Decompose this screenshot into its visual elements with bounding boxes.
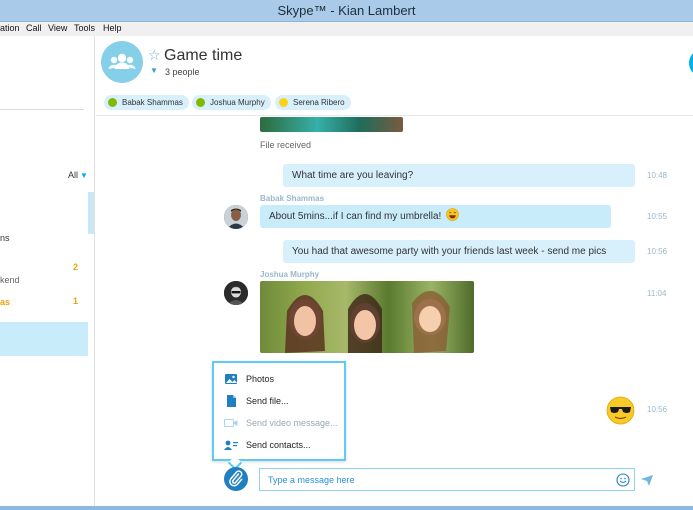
- window-bottom-border: [0, 506, 693, 510]
- contact-status-snippet[interactable]: kend: [0, 275, 20, 285]
- sidebar: All ▼ ns kend 2 as 1: [0, 36, 95, 506]
- participant-chip-babak[interactable]: Babak Shammas: [104, 95, 189, 110]
- shared-photo[interactable]: [260, 281, 474, 353]
- contact-name-snippet[interactable]: as: [0, 297, 10, 307]
- contacts-icon: [224, 440, 238, 450]
- online-status-icon: [108, 98, 117, 107]
- photos-icon: [225, 374, 237, 384]
- participant-name: Joshua Murphy: [210, 98, 265, 107]
- user-photo: [224, 281, 248, 305]
- user-photo: [224, 205, 248, 229]
- paperclip-icon: [229, 470, 243, 487]
- sidebar-scrollbar[interactable]: [88, 192, 94, 234]
- avatar[interactable]: [224, 205, 248, 229]
- received-image[interactable]: [260, 117, 403, 132]
- menu-conversation[interactable]: ation: [0, 23, 20, 33]
- smiley-icon[interactable]: [616, 473, 630, 487]
- menu-item-label: Photos: [246, 374, 275, 384]
- conversation-header: ☆ Game time ▼ 3 people Babak Shammas Jos…: [96, 36, 693, 116]
- message-time: 10:48: [647, 171, 668, 180]
- friends-photo: [285, 290, 450, 353]
- window-title: Skype™ - Kian Lambert: [277, 3, 416, 18]
- participant-name: Babak Shammas: [122, 98, 183, 107]
- message-composer: [259, 468, 635, 491]
- unread-count-badge: 1: [73, 296, 79, 306]
- conversation-title: Game time: [164, 47, 243, 64]
- menu-item-label: Send video message...: [246, 418, 338, 428]
- window-titlebar: Skype™ - Kian Lambert: [0, 0, 693, 22]
- message-input[interactable]: [268, 472, 608, 487]
- chevron-down-icon[interactable]: ▼: [150, 66, 158, 75]
- group-people-icon: [108, 53, 136, 69]
- message-time: 11:04: [647, 289, 667, 298]
- sidebar-divider: [0, 109, 84, 110]
- participant-chip-joshua[interactable]: Joshua Murphy: [192, 95, 271, 110]
- participant-name: Serena Ribero: [293, 98, 345, 107]
- message-time: 10:56: [647, 405, 668, 414]
- message-bubble-outgoing[interactable]: You had that awesome party with your fri…: [283, 240, 635, 263]
- message-sender: Joshua Murphy: [260, 270, 320, 279]
- message-bubble-incoming[interactable]: About 5mins...if I can find my umbrella!: [260, 205, 611, 228]
- unread-count-badge: 2: [73, 262, 79, 272]
- menu-view[interactable]: View: [48, 23, 67, 33]
- filter-label: All: [68, 170, 79, 180]
- favorite-star-icon[interactable]: ☆: [148, 47, 161, 64]
- chat-history: File received What time are you leaving?…: [96, 117, 693, 506]
- recent-filter-dropdown[interactable]: All ▼: [68, 170, 88, 180]
- online-status-icon: [196, 98, 205, 107]
- message-text: About 5mins...if I can find my umbrella!: [269, 211, 442, 222]
- sidebar-item-game-time-selected[interactable]: [0, 322, 88, 356]
- message-bubble-outgoing[interactable]: What time are you leaving?: [283, 164, 635, 187]
- menu-bar: ation Call View Tools Help: [0, 22, 693, 36]
- group-avatar: [101, 41, 143, 83]
- attach-button[interactable]: [224, 467, 248, 491]
- message-time: 10:56: [647, 247, 668, 256]
- file-icon: [227, 395, 236, 407]
- menu-help[interactable]: Help: [103, 23, 122, 33]
- participant-chip-serena[interactable]: Serena Ribero: [275, 95, 351, 110]
- contact-name-snippet[interactable]: ns: [0, 233, 10, 243]
- chevron-down-icon: ▼: [80, 171, 88, 180]
- participant-count[interactable]: 3 people: [165, 67, 200, 77]
- avatar[interactable]: [224, 281, 248, 305]
- message-sender: Babak Shammas: [260, 194, 325, 203]
- send-icon[interactable]: [641, 474, 653, 486]
- message-time: 10:55: [647, 212, 668, 221]
- file-received-label: File received: [260, 140, 312, 150]
- menu-item-label: Send contacts...: [246, 440, 311, 450]
- laughing-emoji-icon: [446, 208, 459, 221]
- attach-menu: Photos Send file... Send video message..…: [212, 361, 346, 461]
- away-status-icon: [279, 98, 288, 107]
- call-button[interactable]: [689, 49, 693, 77]
- sunglasses-emoji-icon[interactable]: [606, 396, 635, 425]
- video-message-icon: [224, 419, 238, 427]
- menu-call[interactable]: Call: [26, 23, 42, 33]
- menu-tools[interactable]: Tools: [74, 23, 95, 33]
- menu-item-label: Send file...: [246, 396, 289, 406]
